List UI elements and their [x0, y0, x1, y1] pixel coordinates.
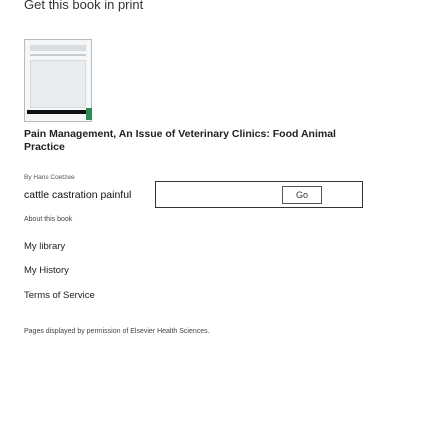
search-form: [155, 181, 363, 208]
permission-note: Pages displayed by permission of Elsevie…: [24, 328, 210, 335]
about-this-book-link[interactable]: About this book: [24, 216, 72, 223]
search-in-book-input[interactable]: [24, 189, 154, 201]
book-title: Pain Management, An Issue of Veterinary …: [24, 128, 336, 153]
terms-of-service-link[interactable]: Terms of Service: [24, 290, 95, 301]
search-input-wrapper: [24, 181, 162, 209]
go-button[interactable]: Go: [282, 186, 322, 204]
book-author[interactable]: By Hans Coetzee: [24, 174, 75, 181]
book-cover[interactable]: [24, 39, 92, 122]
my-history-link[interactable]: My History: [24, 265, 69, 276]
my-library-link[interactable]: My library: [24, 241, 65, 252]
get-book-in-print-heading[interactable]: Get this book in print: [24, 0, 143, 12]
